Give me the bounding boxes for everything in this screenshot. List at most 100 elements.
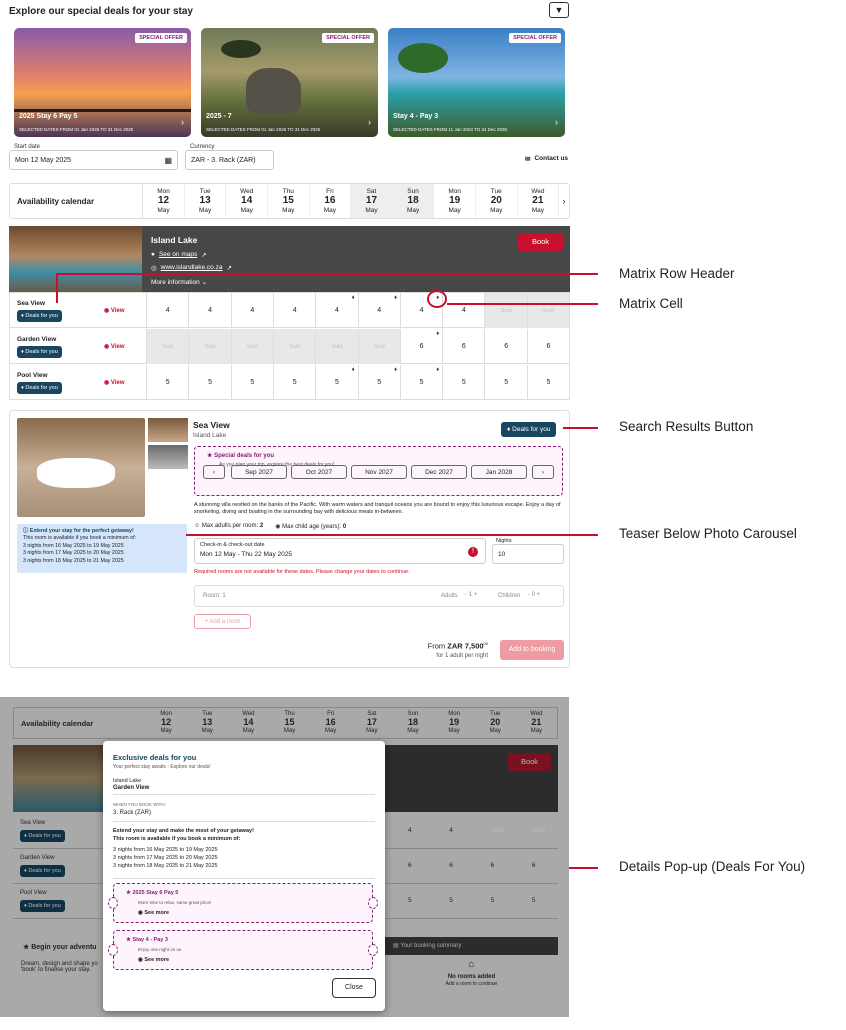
deal-card[interactable]: SPECIAL OFFER Stay 4 - Pay 3 SELECTED DA… bbox=[388, 28, 565, 137]
matrix-cell[interactable]: 4 bbox=[188, 293, 231, 328]
matrix-cell[interactable]: 5 bbox=[230, 365, 274, 400]
matrix-cell[interactable]: Sold bbox=[230, 329, 274, 364]
currency-select[interactable]: ZAR - 3. Rack (ZAR) bbox=[185, 150, 274, 170]
website-link[interactable]: ◎ www.islandlake.co.za ↗ bbox=[151, 264, 232, 272]
deals-for-you-button[interactable]: ♦ Deals for you bbox=[20, 900, 65, 912]
calendar-day[interactable]: Sun 18 May bbox=[392, 184, 435, 218]
see-on-maps-link[interactable]: ● See on maps ↗ bbox=[151, 251, 207, 259]
month-button[interactable]: Oct 2027 bbox=[291, 465, 347, 479]
deal-ticket-desc: More time to relax, same great price! bbox=[138, 900, 212, 905]
matrix-cell[interactable]: 4 bbox=[442, 293, 485, 328]
calendar-day-mon: May bbox=[366, 727, 378, 734]
view-link[interactable]: ◉ View bbox=[104, 379, 125, 386]
book-button[interactable]: Book bbox=[518, 233, 563, 251]
matrix-cell[interactable]: 5 bbox=[442, 365, 485, 400]
deals-for-you-button[interactable]: ♦ Deals for you bbox=[17, 310, 62, 322]
matrix-cell[interactable]: 5 bbox=[188, 365, 231, 400]
room-photo-thumb[interactable] bbox=[148, 418, 188, 442]
deal-card[interactable]: SPECIAL OFFER 2025 - 7 SELECTED DATES FR… bbox=[201, 28, 378, 137]
deal-card[interactable]: SPECIAL OFFER 2025 Stay 6 Pay 5 SELECTED… bbox=[14, 28, 191, 137]
matrix-cell-value: 4 bbox=[377, 307, 382, 314]
calendar-day[interactable]: Fri 16 May bbox=[310, 184, 352, 218]
matrix-cell[interactable]: 5 bbox=[146, 365, 189, 400]
calendar-day[interactable]: Wed 21 May bbox=[518, 184, 560, 218]
deals-for-you-button[interactable]: ♦ Deals for you bbox=[20, 865, 65, 877]
matrix-cell[interactable]: 4 ♦ bbox=[357, 293, 401, 328]
next-month-button[interactable]: › bbox=[532, 465, 554, 479]
calendar-day[interactable]: Sun 18 May bbox=[392, 708, 433, 738]
view-link[interactable]: ◉ View bbox=[104, 343, 125, 350]
deals-for-you-button[interactable]: ♦ Deals for you bbox=[17, 346, 62, 358]
calendar-day[interactable]: Tue 20 May bbox=[475, 708, 516, 738]
matrix-cell[interactable]: 6 bbox=[526, 329, 570, 364]
see-more-link[interactable]: ◉ See more bbox=[138, 910, 169, 916]
error-icon: ! bbox=[468, 547, 478, 557]
matrix-cell[interactable]: 4 bbox=[272, 293, 316, 328]
calendar-day[interactable]: Thu 15 May bbox=[269, 708, 310, 738]
month-button[interactable]: Jan 2028 bbox=[471, 465, 527, 479]
month-button[interactable]: Dec 2027 bbox=[411, 465, 467, 479]
month-button[interactable]: Nov 2027 bbox=[351, 465, 407, 479]
calendar-day[interactable]: Mon 12 May bbox=[146, 708, 187, 738]
matrix-cell[interactable]: 5 ♦ bbox=[399, 365, 443, 400]
deal-dates: SELECTED DATES FROM 01 Jan 2025 TO 31 De… bbox=[19, 127, 134, 132]
matrix-cell[interactable]: 5 bbox=[526, 365, 570, 400]
calendar-day-day: 16 bbox=[324, 195, 336, 207]
deals-for-you-button[interactable]: ♦ Deals for you bbox=[501, 422, 557, 437]
matrix-cell[interactable]: 4 ♦ bbox=[315, 293, 358, 328]
calendar-day[interactable]: Sat 17 May bbox=[351, 708, 392, 738]
checkin-checkout-input[interactable]: Check-in & check-out date Mon 12 May - T… bbox=[194, 538, 486, 564]
room-photo-thumb[interactable] bbox=[148, 445, 188, 469]
matrix-cell[interactable]: 6 bbox=[484, 329, 527, 364]
calendar-day[interactable]: Wed 21 May bbox=[516, 708, 557, 738]
matrix-cell[interactable]: 6 ♦ bbox=[399, 329, 443, 364]
adults-stepper[interactable]: - 1 + bbox=[465, 592, 477, 598]
matrix-cell[interactable]: Sold bbox=[188, 329, 231, 364]
next-dates-icon[interactable]: › bbox=[559, 184, 569, 218]
see-more-link[interactable]: ◉ See more bbox=[138, 957, 169, 963]
matrix-cell[interactable]: 4 bbox=[146, 293, 189, 328]
calendar-day[interactable]: Fri 16 May bbox=[310, 708, 351, 738]
book-button[interactable]: Book bbox=[508, 753, 551, 771]
close-button[interactable]: Close bbox=[332, 978, 376, 998]
matrix-cell[interactable]: Sold bbox=[357, 329, 400, 364]
matrix-cell[interactable]: Sold bbox=[484, 293, 527, 328]
deals-for-you-button[interactable]: ♦ Deals for you bbox=[20, 830, 65, 842]
calendar-day[interactable]: Thu 15 May bbox=[268, 184, 310, 218]
calendar-day[interactable]: Mon 12 May bbox=[143, 184, 185, 218]
nights-input[interactable]: Nights 10 bbox=[492, 538, 564, 564]
matrix-cell-value: 5 bbox=[250, 379, 255, 386]
room-photo-main[interactable] bbox=[17, 418, 145, 517]
matrix-cell[interactable]: 5 ♦ bbox=[315, 365, 358, 400]
prev-month-button[interactable]: ‹ bbox=[203, 465, 225, 479]
matrix-cell[interactable]: 5 bbox=[272, 365, 316, 400]
calendar-day[interactable]: Tue 13 May bbox=[187, 708, 228, 738]
deals-for-you-button[interactable]: ♦ Deals for you bbox=[17, 382, 62, 394]
matrix-cell[interactable]: 6 bbox=[442, 329, 485, 364]
children-stepper[interactable]: - 0 + bbox=[528, 592, 540, 598]
matrix-cell[interactable]: 4 bbox=[230, 293, 274, 328]
month-button[interactable]: Sep 2027 bbox=[231, 465, 287, 479]
matrix-cell[interactable]: Sold bbox=[526, 293, 570, 328]
people-icon: ☺ bbox=[194, 523, 201, 529]
matrix-cell[interactable]: 5 ♦ bbox=[357, 365, 401, 400]
calendar-day[interactable]: Tue 20 May bbox=[476, 184, 518, 218]
matrix-cell[interactable]: Sold bbox=[315, 329, 358, 364]
matrix-cell[interactable]: Sold bbox=[272, 329, 316, 364]
add-to-booking-button[interactable]: Add to booking bbox=[500, 640, 564, 660]
contact-us-link[interactable]: ✉ Contact us bbox=[525, 155, 568, 163]
calendar-day[interactable]: Wed 14 May bbox=[226, 184, 268, 218]
calendar-day-dow: Tue bbox=[199, 187, 211, 195]
calendar-day[interactable]: Tue 13 May bbox=[185, 184, 227, 218]
calendar-day[interactable]: Mon 19 May bbox=[434, 708, 475, 738]
calendar-day[interactable]: Sat 17 May bbox=[351, 184, 393, 218]
add-room-button[interactable]: + Add a room bbox=[194, 614, 251, 629]
filter-button[interactable]: ▼ bbox=[549, 2, 569, 18]
calendar-day[interactable]: Mon 19 May bbox=[434, 184, 476, 218]
matrix-cell[interactable]: 5 bbox=[484, 365, 527, 400]
more-information-toggle[interactable]: More information ⌄ bbox=[151, 278, 207, 286]
start-date-input[interactable]: Mon 12 May 2025 ▦ bbox=[9, 150, 178, 170]
matrix-cell[interactable]: Sold bbox=[146, 329, 189, 364]
view-link[interactable]: ◉ View bbox=[104, 307, 125, 314]
calendar-day[interactable]: Wed 14 May bbox=[228, 708, 269, 738]
